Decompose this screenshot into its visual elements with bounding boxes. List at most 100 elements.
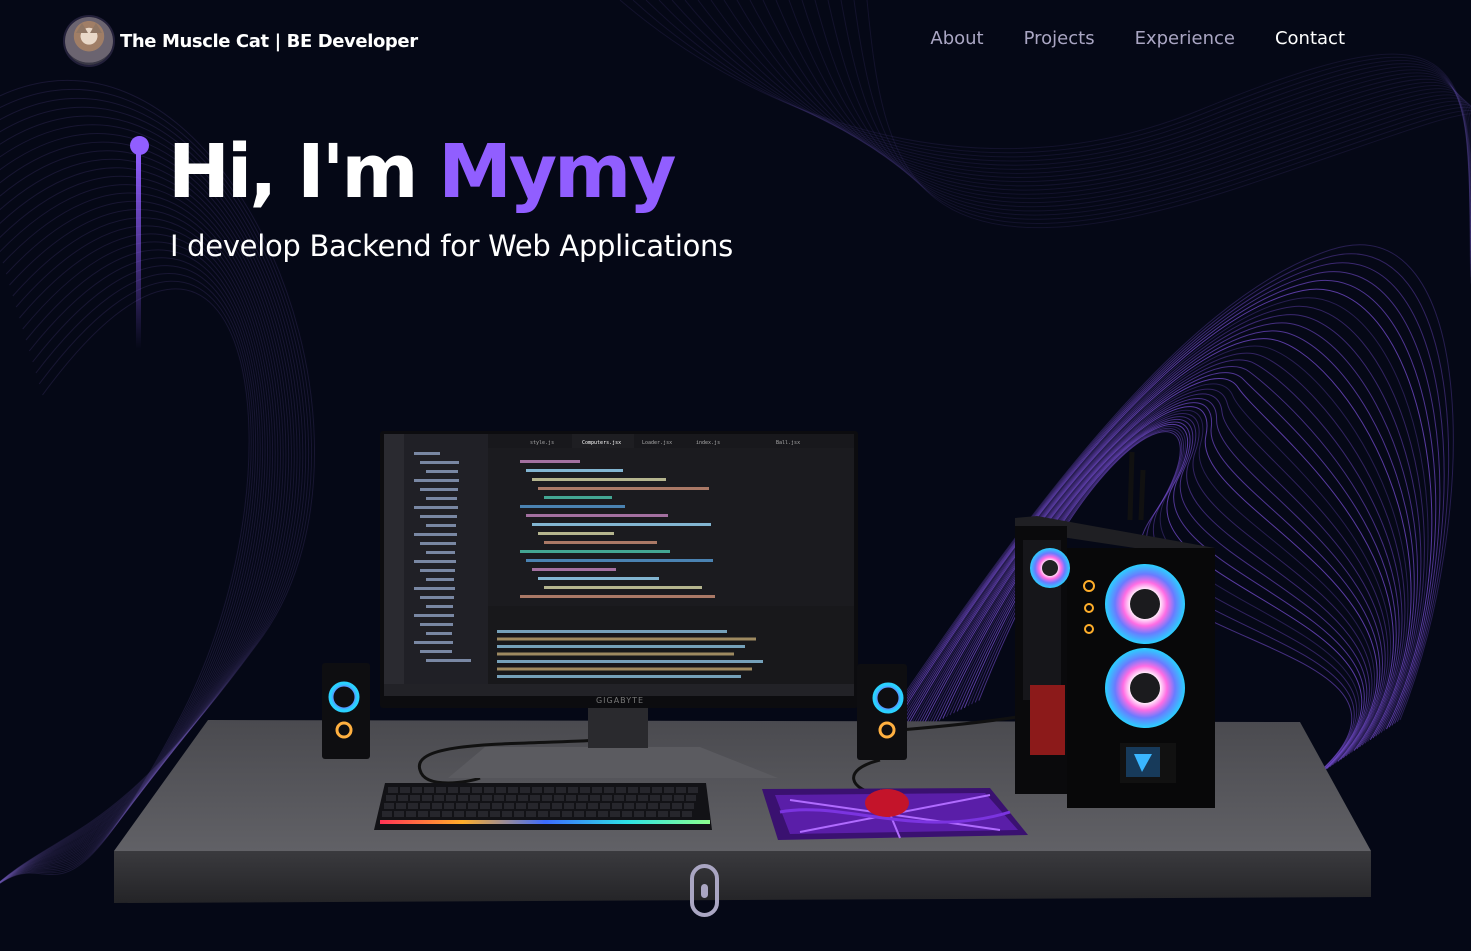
mouse bbox=[865, 789, 909, 817]
keyboard-key bbox=[526, 811, 536, 817]
keyboard-key bbox=[478, 811, 488, 817]
keyboard-key bbox=[556, 787, 566, 793]
right-speaker bbox=[857, 664, 907, 760]
keyboard-key bbox=[590, 795, 600, 801]
terminal-line bbox=[497, 637, 756, 641]
keyboard-key bbox=[436, 787, 446, 793]
terminal-line bbox=[497, 667, 752, 671]
keyboard-key bbox=[568, 787, 578, 793]
keyboard-key bbox=[418, 811, 428, 817]
keyboard-key bbox=[552, 803, 562, 809]
sidebar-file-entry bbox=[420, 542, 456, 545]
code-line bbox=[526, 559, 713, 562]
sidebar-file-entry bbox=[420, 488, 458, 491]
keyboard-key bbox=[550, 811, 560, 817]
sidebar-file-entry bbox=[426, 497, 457, 500]
keyboard-key bbox=[676, 787, 686, 793]
sidebar-file-entry bbox=[420, 596, 454, 599]
sidebar-file-entry bbox=[414, 641, 453, 644]
sidebar-file-entry bbox=[426, 551, 455, 554]
keyboard-key bbox=[504, 803, 514, 809]
keyboard-key bbox=[412, 787, 422, 793]
keyboard-key bbox=[480, 803, 490, 809]
desk-front bbox=[114, 851, 1371, 903]
keyboard-key bbox=[496, 787, 506, 793]
keyboard-key bbox=[408, 803, 418, 809]
keyboard-key bbox=[420, 803, 430, 809]
sidebar-file-entry bbox=[420, 461, 459, 464]
editor-tab-ball: Ball.jsx bbox=[776, 440, 800, 446]
keyboard-key bbox=[424, 787, 434, 793]
sidebar-file-entry bbox=[420, 650, 452, 653]
keyboard-key bbox=[686, 795, 696, 801]
pc-tower bbox=[1015, 451, 1215, 808]
left-speaker bbox=[322, 663, 370, 759]
code-line bbox=[532, 568, 616, 571]
keyboard-key bbox=[574, 811, 584, 817]
keyboard-key bbox=[640, 787, 650, 793]
code-line bbox=[544, 586, 702, 589]
terminal-line bbox=[497, 645, 745, 648]
sidebar-file-entry bbox=[414, 479, 459, 482]
keyboard-key bbox=[610, 811, 620, 817]
keyboard-key bbox=[564, 803, 574, 809]
keyboard-key bbox=[662, 795, 672, 801]
sidebar-file-entry bbox=[414, 452, 440, 455]
keyboard-key bbox=[472, 787, 482, 793]
sidebar-file-entry bbox=[414, 506, 458, 509]
keyboard-key bbox=[388, 787, 398, 793]
keyboard-key bbox=[382, 811, 392, 817]
editor-tab-loader: Loader.jsx bbox=[642, 440, 672, 446]
code-line bbox=[532, 523, 711, 526]
keyboard-key bbox=[484, 787, 494, 793]
keyboard-key bbox=[576, 803, 586, 809]
editor-tab-index: index.js bbox=[696, 440, 720, 446]
keyboard-key bbox=[684, 803, 694, 809]
keyboard-key bbox=[580, 787, 590, 793]
keyboard-key bbox=[482, 795, 492, 801]
keyboard-key bbox=[598, 811, 608, 817]
desk-computer-3d-scene[interactable]: GIGABYTE style.js Computers.jsx Loader.j… bbox=[0, 0, 1471, 951]
sidebar-file-entry bbox=[414, 587, 455, 590]
keyboard-key bbox=[400, 787, 410, 793]
keyboard-key bbox=[514, 811, 524, 817]
keyboard-key bbox=[538, 811, 548, 817]
code-line bbox=[532, 478, 666, 481]
code-line bbox=[526, 469, 623, 472]
keyboard-key bbox=[638, 795, 648, 801]
keyboard-key bbox=[434, 795, 444, 801]
keyboard-key bbox=[616, 787, 626, 793]
keyboard-key bbox=[682, 811, 692, 817]
keyboard-key bbox=[612, 803, 622, 809]
keyboard-key bbox=[528, 803, 538, 809]
keyboard-key bbox=[518, 795, 528, 801]
keyboard-key bbox=[470, 795, 480, 801]
sidebar-file-entry bbox=[426, 470, 458, 473]
code-line bbox=[538, 487, 709, 490]
code-line bbox=[520, 550, 670, 553]
sidebar-file-entry bbox=[426, 524, 456, 527]
terminal-line bbox=[497, 652, 734, 656]
terminal-line bbox=[497, 660, 763, 663]
sidebar-file-entry bbox=[426, 632, 452, 635]
keyboard-key bbox=[660, 803, 670, 809]
code-line bbox=[520, 595, 715, 598]
keyboard-key bbox=[636, 803, 646, 809]
keyboard-key bbox=[446, 795, 456, 801]
sidebar-file-entry bbox=[426, 578, 454, 581]
keyboard-key bbox=[502, 811, 512, 817]
keyboard-key bbox=[430, 811, 440, 817]
keyboard-key bbox=[532, 787, 542, 793]
keyboard-key bbox=[406, 811, 416, 817]
keyboard-key bbox=[544, 787, 554, 793]
keyboard-key bbox=[562, 811, 572, 817]
keyboard-key bbox=[634, 811, 644, 817]
keyboard-key bbox=[460, 787, 470, 793]
keyboard-key bbox=[614, 795, 624, 801]
keyboard-key bbox=[592, 787, 602, 793]
keyboard-key bbox=[542, 795, 552, 801]
scroll-down-indicator[interactable] bbox=[690, 864, 719, 917]
sidebar-file-entry bbox=[420, 569, 455, 572]
keyboard-key bbox=[490, 811, 500, 817]
sidebar-file-entry bbox=[420, 623, 453, 626]
